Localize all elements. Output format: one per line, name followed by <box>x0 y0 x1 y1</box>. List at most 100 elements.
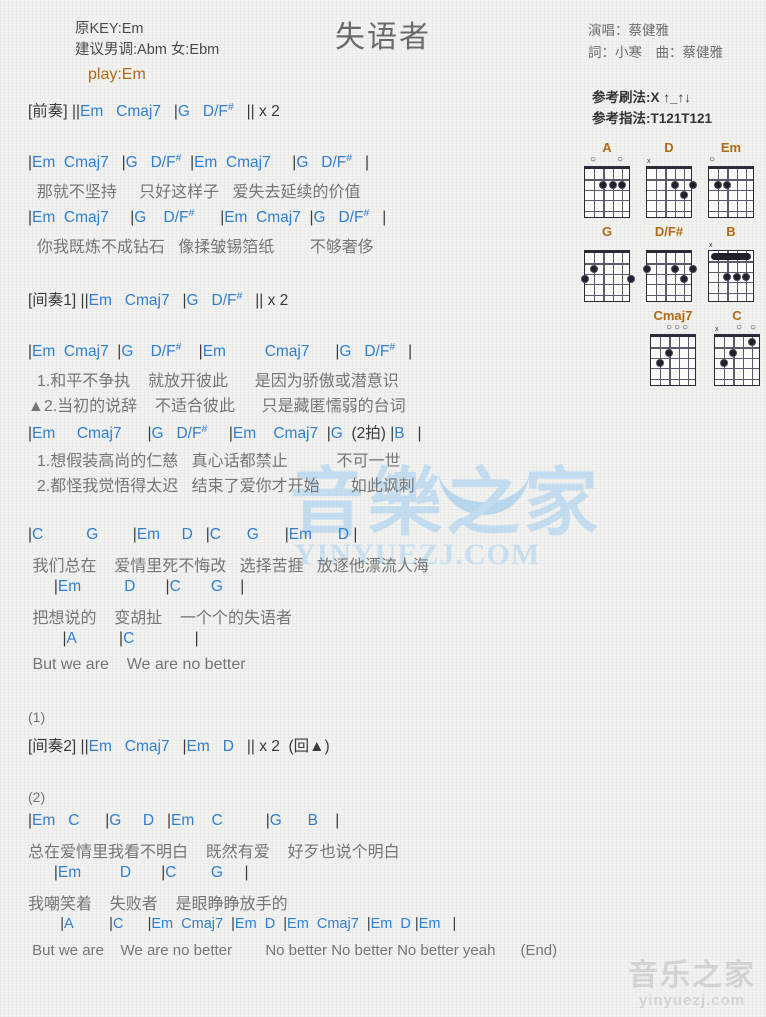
verse1-line1-lyric: 那就不坚持 只好这样子 爱失去延续的价值 <box>28 184 361 201</box>
verse3-line2-lyric: 我嘲笑着 失败者 是眼睁睁放手的 <box>28 896 288 913</box>
finger-dot <box>723 273 732 281</box>
marker-1: (1) <box>28 709 46 725</box>
writer-credit: 詞：小寒 曲：蔡健雅 <box>588 45 723 60</box>
fretboard-grid <box>581 250 635 302</box>
fretboard-grid <box>708 166 754 218</box>
verse1-line2-chords: |Em Cmaj7 |G D/F# |Em Cmaj7 |G D/F# | <box>28 207 387 227</box>
chord-open-mute-marks: ○ ○ ○ <box>646 323 700 334</box>
finger-dot <box>581 275 589 283</box>
finger-dot <box>599 180 608 189</box>
chord-open-mute-marks: ○ ○ <box>580 155 634 166</box>
chord-diagram-row: Cmaj7 ○ ○ ○ Cx ○ ○ <box>580 308 766 386</box>
fretboard-grid <box>708 250 754 302</box>
open-string-icon: ○ <box>736 322 743 333</box>
strum-pattern: 参考刷法:X ↑_↑↓ <box>592 90 692 105</box>
chord-open-mute-marks <box>642 239 696 250</box>
open-string-icon: ○ <box>590 154 597 165</box>
chord-name: Cmaj7 <box>653 308 693 323</box>
chorus-line3-chords: |A |C | <box>62 630 199 647</box>
finger-dot <box>665 348 674 357</box>
open-string-icon: ○ <box>682 322 689 333</box>
chord-diagram-b: Bx <box>704 224 758 302</box>
chord-diagram-d: Dx <box>642 140 697 218</box>
verse3-line3-chords: |A |C |Em Cmaj7 |Em D |Em Cmaj7 |Em D |E… <box>60 916 457 932</box>
fingering-pattern: 参考指法:T121T121 <box>592 111 713 126</box>
original-key: 原KEY:Em <box>75 21 144 37</box>
chord-name: D/F# <box>654 224 684 239</box>
chord-diagram-row: G D/F# Bx <box>580 224 766 302</box>
chord-open-mute-marks: ○ <box>704 155 758 166</box>
chord-name: B <box>726 224 736 239</box>
finger-dot <box>656 359 665 367</box>
singer-credit: 演唱：蔡健雅 <box>588 23 669 38</box>
verse2-line2-chords: |Em Cmaj7 |G D/F# |Em Cmaj7 |G (2拍) |B | <box>28 422 422 442</box>
open-string-icon: ○ <box>674 322 681 333</box>
chord-open-mute-marks: x ○ ○ <box>710 323 764 334</box>
chord-open-mute-marks: x <box>642 155 696 166</box>
suggested-key: 建议男调:Abm 女:Ebm <box>75 42 220 58</box>
finger-dot <box>741 273 750 281</box>
finger-dot <box>679 191 688 199</box>
chord-open-mute-marks: x <box>704 239 758 250</box>
fretboard-grid <box>650 334 696 386</box>
verse2-line1-lyric1: 1.和平不争执 就放开彼此 是因为骄傲或潜意识 <box>28 373 399 390</box>
chord-open-mute-marks <box>580 239 634 250</box>
technique-block: 参考刷法:X ↑_↑↓ 参考指法:T121T121 <box>592 87 712 129</box>
chord-diagram-g: G <box>580 224 635 302</box>
fretboard-grid <box>714 334 760 386</box>
chord-name: G <box>601 224 613 239</box>
verse3-line3-lyric: But we are We are no better No better No… <box>28 942 558 959</box>
play-key: play:Em <box>88 66 146 83</box>
finger-dot <box>720 359 729 367</box>
intro-chords: [前奏] ||Em Cmaj7 |G D/F# || x 2 <box>28 100 280 120</box>
finger-dot <box>643 264 651 273</box>
finger-dot <box>670 180 679 189</box>
verse2-line1-chords: |Em Cmaj7 |G D/F# |Em Cmaj7 |G D/F# | <box>28 341 413 361</box>
interlude1-chords: [间奏1] ||Em Cmaj7 |G D/F# || x 2 <box>28 289 289 309</box>
chorus-line1-chords: |C G |Em D |C G |Em D | <box>28 526 358 543</box>
fretboard-grid <box>584 166 630 218</box>
barre-bar <box>711 252 751 260</box>
verse3-line1-chords: |Em C |G D |Em C |G B | <box>28 812 340 829</box>
open-string-icon: ○ <box>709 154 716 165</box>
finger-dot <box>723 180 732 189</box>
fretboard-grid <box>646 166 697 218</box>
chord-name: C <box>732 308 742 323</box>
verse1-line1-chords: |Em Cmaj7 |G D/F# |Em Cmaj7 |G D/F# | <box>28 152 370 172</box>
finger-dot <box>714 180 723 189</box>
chorus-line2-lyric: 把想说的 变胡扯 一个个的失语者 <box>28 610 293 627</box>
marker-2: (2) <box>28 789 46 805</box>
finger-dot <box>747 338 756 347</box>
chord-diagram-a: A ○ ○ <box>580 140 634 218</box>
verse2-line1-lyric2: ▲2.当初的说辞 不适合彼此 只是藏匿懦弱的台词 <box>28 398 406 415</box>
watermark-corner: 音乐之家 yinyuezj.com <box>628 958 756 1010</box>
chorus-line2-chords: |Em D |C G | <box>53 578 245 595</box>
watermark-corner-url: yinyuezj.com <box>638 992 746 1009</box>
fretboard-grid <box>643 250 697 302</box>
chord-diagram-cmaj7: Cmaj7 ○ ○ ○ <box>646 308 700 386</box>
chord-diagram-em: Em ○ <box>704 140 758 218</box>
finger-dot <box>689 264 697 273</box>
verse3-line1-lyric: 总在爱情里我看不明白 既然有爱 好歹也说个明白 <box>28 844 400 861</box>
chorus-line3-lyric: But we are We are no better <box>28 656 246 673</box>
open-string-icon: ○ <box>617 154 624 165</box>
verse3-line2-chords: |Em D |C G | <box>53 864 249 881</box>
finger-dot <box>679 275 688 283</box>
open-string-icon: ○ <box>666 322 673 333</box>
chord-diagram-panel: A ○ ○ Dx Em ○ G D/F# Bx Cmaj7 ○ ○ ○ Cx ○ ○ <box>580 140 766 392</box>
finger-dot <box>590 264 599 273</box>
chord-diagram-row: A ○ ○ Dx Em ○ <box>580 140 766 218</box>
finger-dot <box>729 348 738 357</box>
credits-block: 演唱：蔡健雅 詞：小寒 曲：蔡健雅 <box>588 20 723 64</box>
interlude2-chords: [间奏2] ||Em Cmaj7 |Em D || x 2 (回▲) <box>28 738 330 755</box>
chord-name: A <box>602 140 612 155</box>
chord-diagram-df: D/F# <box>642 224 697 302</box>
open-string-icon: ○ <box>750 322 757 333</box>
key-info-block: 原KEY:Em 建议男调:Abm 女:Ebm play:Em <box>75 19 219 85</box>
chord-name: D <box>664 140 674 155</box>
finger-dot <box>608 180 617 189</box>
chord-diagram-c: Cx ○ ○ <box>710 308 764 386</box>
finger-dot <box>689 180 697 189</box>
watermark-corner-cn: 音乐之家 <box>628 958 756 993</box>
verse2-line2-lyric1: 1.想假装高尚的仁慈 真心话都禁止 不可一世 <box>28 453 401 470</box>
